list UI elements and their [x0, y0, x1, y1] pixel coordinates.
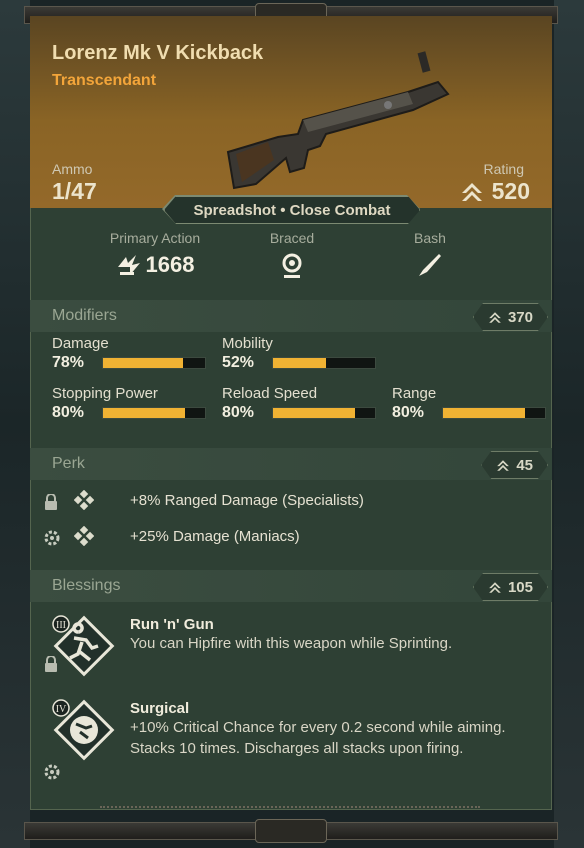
- modifier-bar-fill: [103, 408, 185, 418]
- ammo-label: Ammo: [52, 161, 93, 177]
- blessings-rating-badge: 105: [473, 573, 548, 601]
- perk-row[interactable]: +25% Damage (Maniacs): [30, 522, 552, 552]
- blessing-description: +10% Critical Chance for every 0.2 secon…: [130, 719, 506, 757]
- weapon-header: Lorenz Mk V Kickback Transcendant Ammo 1…: [30, 16, 552, 208]
- tier-badge: III: [56, 620, 66, 631]
- surgical-blessing-icon: IV: [52, 699, 115, 761]
- chain-decoration: [100, 806, 480, 820]
- blade-icon: [419, 254, 441, 276]
- rating-chevron-icon: [461, 182, 482, 201]
- damage-burst-icon: [117, 255, 140, 275]
- modifier-label: Stopping Power: [52, 385, 158, 402]
- blessing-name: Surgical: [130, 700, 190, 717]
- blessings-title: Blessings: [52, 577, 121, 594]
- perk-header: Perk 45: [30, 448, 552, 480]
- rating-display: 520: [460, 178, 530, 205]
- modifier-bar-fill: [443, 408, 525, 418]
- ammo-value: 1/47: [52, 178, 97, 204]
- modifier-range: Range 80%: [392, 385, 546, 422]
- perk-text: +25% Damage (Maniacs): [130, 528, 300, 545]
- modifier-bar: [442, 407, 546, 419]
- rating-chevron-icon: [488, 311, 502, 324]
- modifier-value: 80%: [392, 404, 425, 421]
- background-left: [0, 0, 30, 848]
- modifiers-title: Modifiers: [52, 307, 117, 324]
- modifiers-rating-badge: 370: [473, 303, 548, 331]
- rating-label: Rating: [483, 161, 524, 177]
- shotgun-icon: [226, 51, 450, 190]
- action-label: Bash: [414, 230, 446, 246]
- weapon-tags: Spreadshot • Close Combat: [164, 196, 420, 224]
- blessing-row[interactable]: IV Surgical +10% Critical Chance for eve…: [30, 696, 552, 796]
- background-right: [554, 0, 584, 848]
- modifier-stopping-power: Stopping Power 80%: [52, 385, 206, 422]
- perk-title: Perk: [52, 455, 85, 472]
- modifier-bar: [102, 407, 206, 419]
- gear-icon: [44, 530, 60, 546]
- modifier-damage: Damage 78%: [52, 335, 206, 372]
- modifier-bar: [272, 407, 376, 419]
- action-primary[interactable]: Primary Action 1668: [90, 230, 220, 278]
- blessing-description: You can Hipfire with this weapon while S…: [130, 635, 453, 652]
- modifiers-rating: 370: [507, 308, 533, 326]
- action-bash[interactable]: Bash: [400, 230, 460, 278]
- action-label: Braced: [269, 230, 315, 246]
- rating-chevron-icon: [496, 459, 510, 472]
- blessing-row[interactable]: III Run 'n' Gun You can Hipfire with thi…: [30, 612, 552, 682]
- modifier-bar-fill: [103, 358, 183, 368]
- modifier-value: 52%: [222, 354, 255, 371]
- modifier-reload-speed: Reload Speed 80%: [222, 385, 376, 422]
- action-value: 1668: [145, 252, 195, 277]
- gear-icon: [44, 764, 60, 780]
- blessing-name: Run 'n' Gun: [130, 616, 214, 633]
- rating-value: 520: [491, 178, 530, 204]
- modifier-bar-fill: [273, 358, 327, 368]
- modifiers-section: Modifiers 370: [30, 300, 552, 332]
- modifier-bar: [272, 357, 376, 369]
- action-braced[interactable]: Braced: [252, 230, 332, 280]
- modifier-label: Range: [392, 385, 437, 402]
- run-n-gun-blessing-icon: III: [52, 615, 115, 677]
- actions-row: Primary Action 1668 Braced Bash: [30, 230, 552, 296]
- modifier-bar-fill: [273, 408, 355, 418]
- plaque-emblem-icon: [255, 819, 327, 843]
- weapon-rarity: Transcendant: [52, 72, 157, 89]
- modifier-bar: [102, 357, 206, 369]
- perk-text: +8% Ranged Damage (Specialists): [130, 492, 364, 509]
- modifier-mobility: Mobility 52%: [222, 335, 376, 372]
- modifier-label: Reload Speed: [222, 385, 318, 402]
- perk-row[interactable]: +8% Ranged Damage (Specialists): [30, 486, 552, 516]
- frame-bottom-ornament: [24, 819, 558, 843]
- blessings-section: Blessings 105: [30, 570, 552, 602]
- perk-rating-badge: 45: [481, 451, 548, 479]
- perk-diamond-icon: [74, 526, 94, 546]
- modifier-label: Mobility: [222, 335, 273, 352]
- rating-chevron-icon: [488, 581, 502, 594]
- lock-icon: [45, 656, 57, 672]
- blessings-rating: 105: [507, 578, 533, 596]
- perk-section: Perk 45: [30, 448, 552, 480]
- action-label: Primary Action: [109, 230, 201, 246]
- modifier-value: 78%: [52, 354, 85, 371]
- perk-diamond-icon: [74, 490, 94, 510]
- blessings-header: Blessings 105: [30, 570, 552, 602]
- tier-badge: IV: [56, 704, 67, 715]
- weapon-card: Lorenz Mk V Kickback Transcendant Ammo 1…: [30, 16, 552, 810]
- lock-icon: [45, 494, 57, 510]
- modifier-value: 80%: [52, 404, 85, 421]
- modifier-value: 80%: [222, 404, 255, 421]
- modifier-label: Damage: [52, 335, 109, 352]
- modifiers-header: Modifiers 370: [30, 300, 552, 332]
- crosshair-icon: [282, 253, 302, 278]
- perk-rating: 45: [516, 456, 533, 474]
